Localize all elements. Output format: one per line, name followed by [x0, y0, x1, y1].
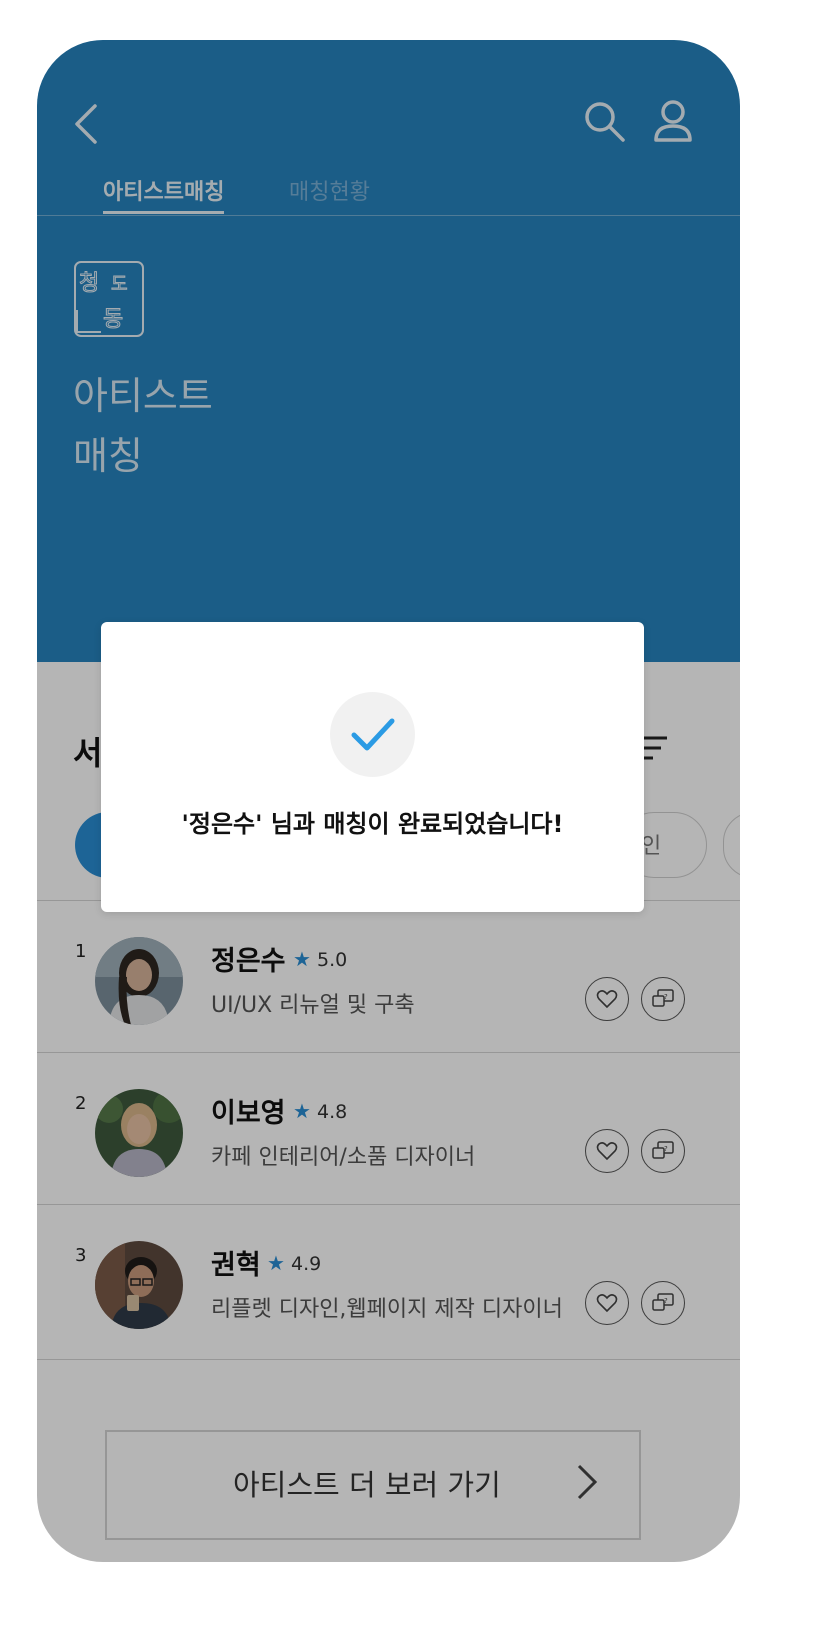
- phone-screen: 아티스트매칭 매칭현황 청 도 동 아티스트 매칭 서 인 1 정은수 ★ 5.…: [37, 40, 740, 1562]
- success-badge: [330, 692, 415, 777]
- match-complete-dialog[interactable]: '정은수' 님과 매칭이 완료되었습니다!: [101, 622, 644, 912]
- check-icon: [351, 718, 395, 751]
- dialog-message: '정은수' 님과 매칭이 완료되었습니다!: [181, 810, 564, 838]
